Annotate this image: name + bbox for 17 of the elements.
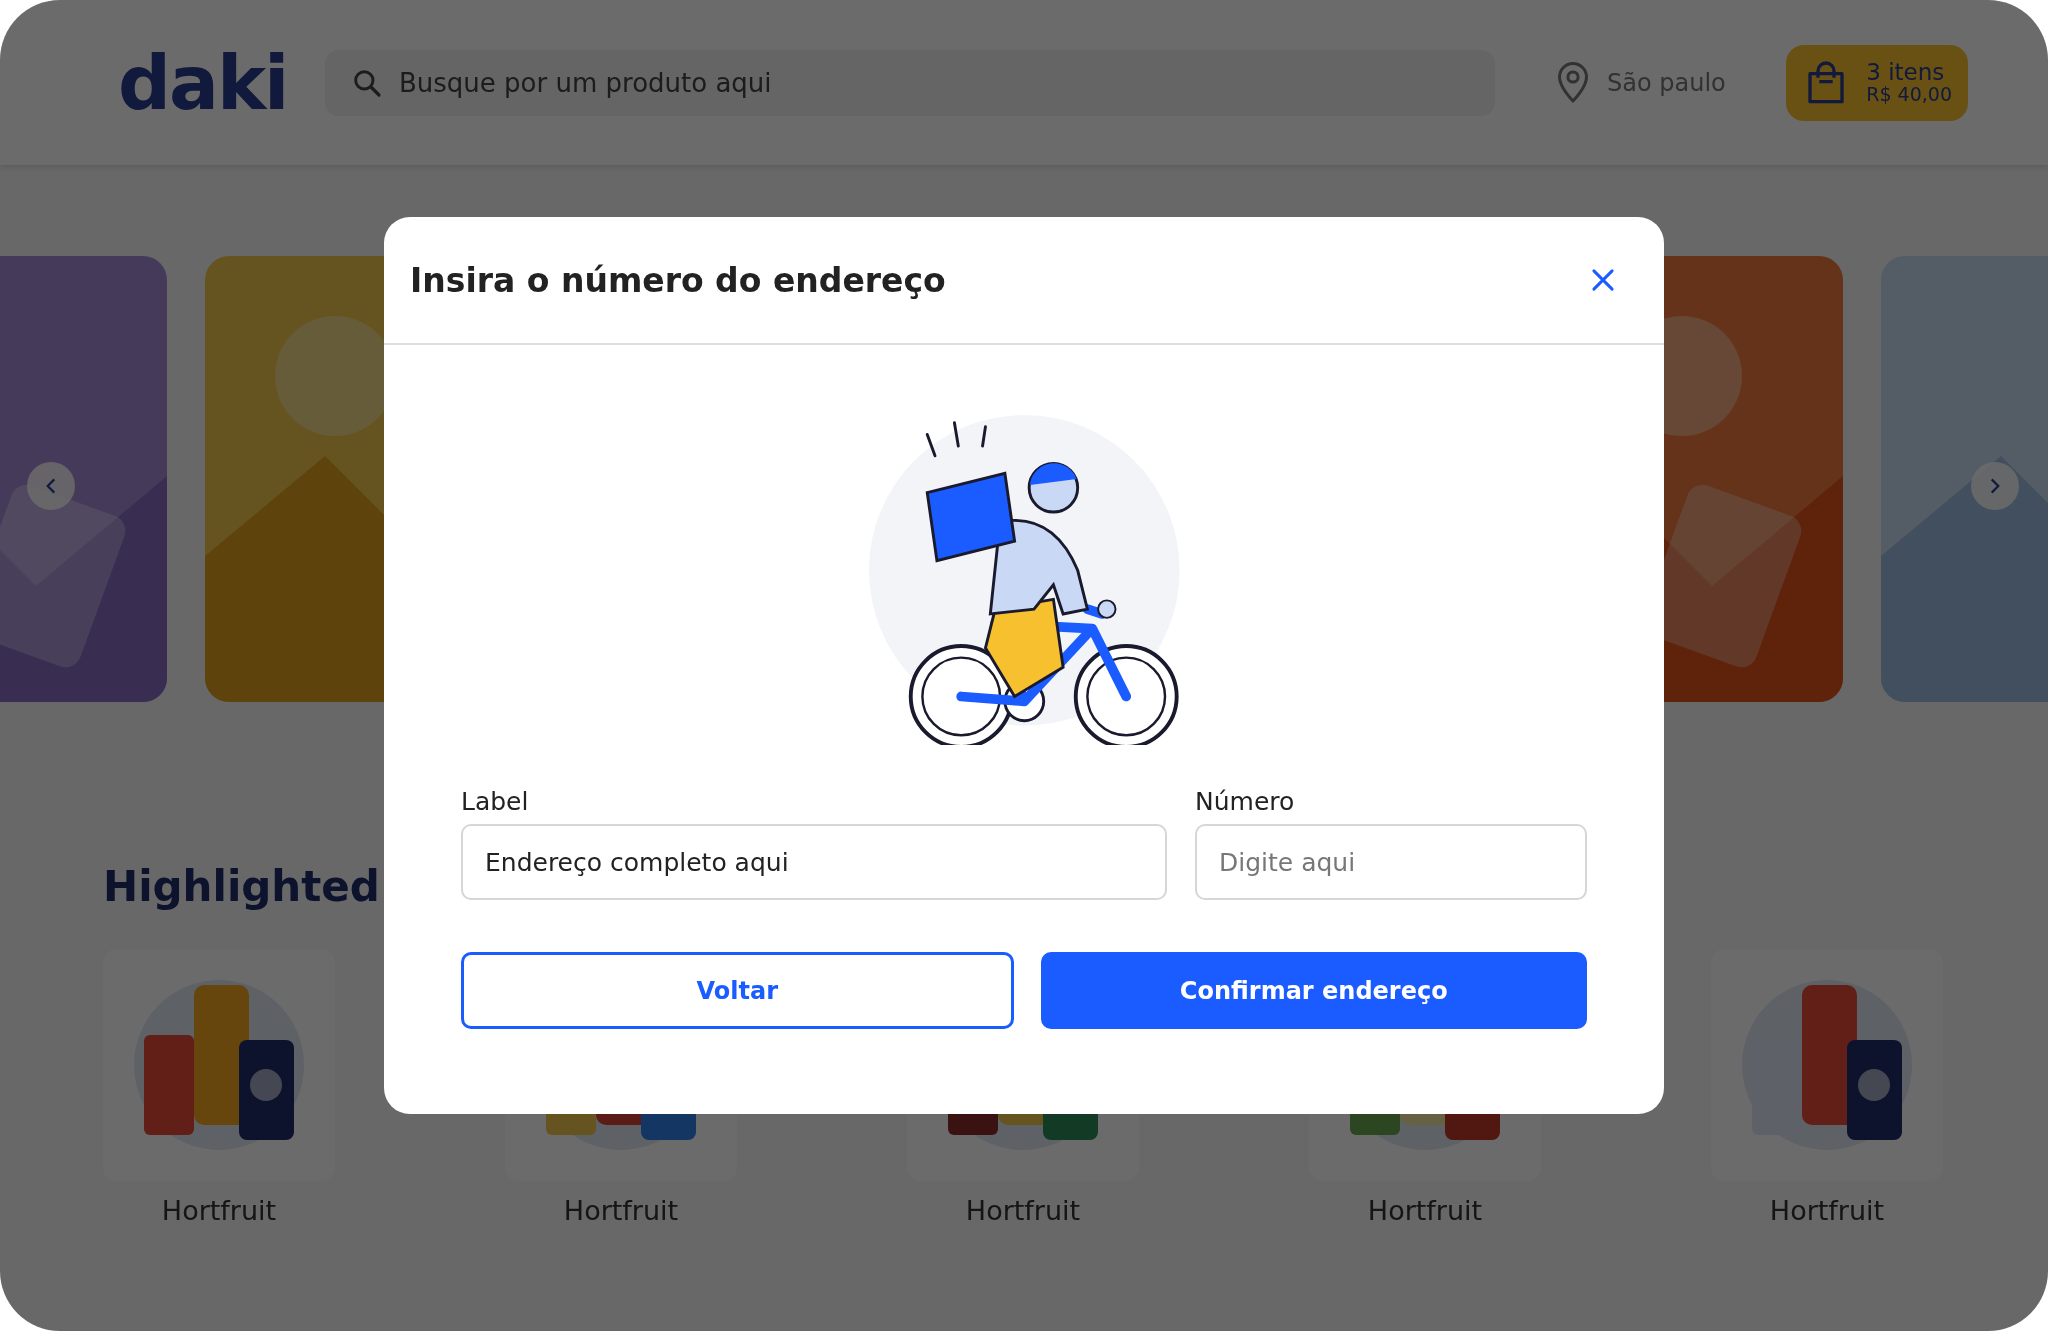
location-pin-icon[interactable]	[1555, 59, 1591, 106]
input-field[interactable]: Endereço completo aqui	[461, 824, 1167, 900]
section-title: Highlighted	[103, 862, 380, 911]
shopping-bag-icon	[1806, 59, 1847, 106]
field-label: Label	[461, 787, 530, 816]
product-name: Hortfruit	[563, 1195, 679, 1226]
product-name: Hortfruit	[1367, 1195, 1483, 1226]
product-name: Hortfruit	[161, 1195, 277, 1226]
input-field[interactable]: Digite aqui	[1195, 824, 1587, 900]
confirm-button[interactable]: Confirmar endereço	[1040, 952, 1587, 1029]
product-name: Hortfruit	[1769, 1195, 1885, 1226]
logo[interactable]: daki	[118, 45, 325, 120]
product-name: Hortfruit	[965, 1195, 1081, 1226]
field-label: Número	[1195, 787, 1296, 816]
search-field[interactable]: Busque por um produto aqui	[325, 49, 1495, 116]
dialog-title: Insira o número do endereço	[410, 260, 946, 300]
back-button[interactable]: Voltar	[461, 952, 1014, 1029]
